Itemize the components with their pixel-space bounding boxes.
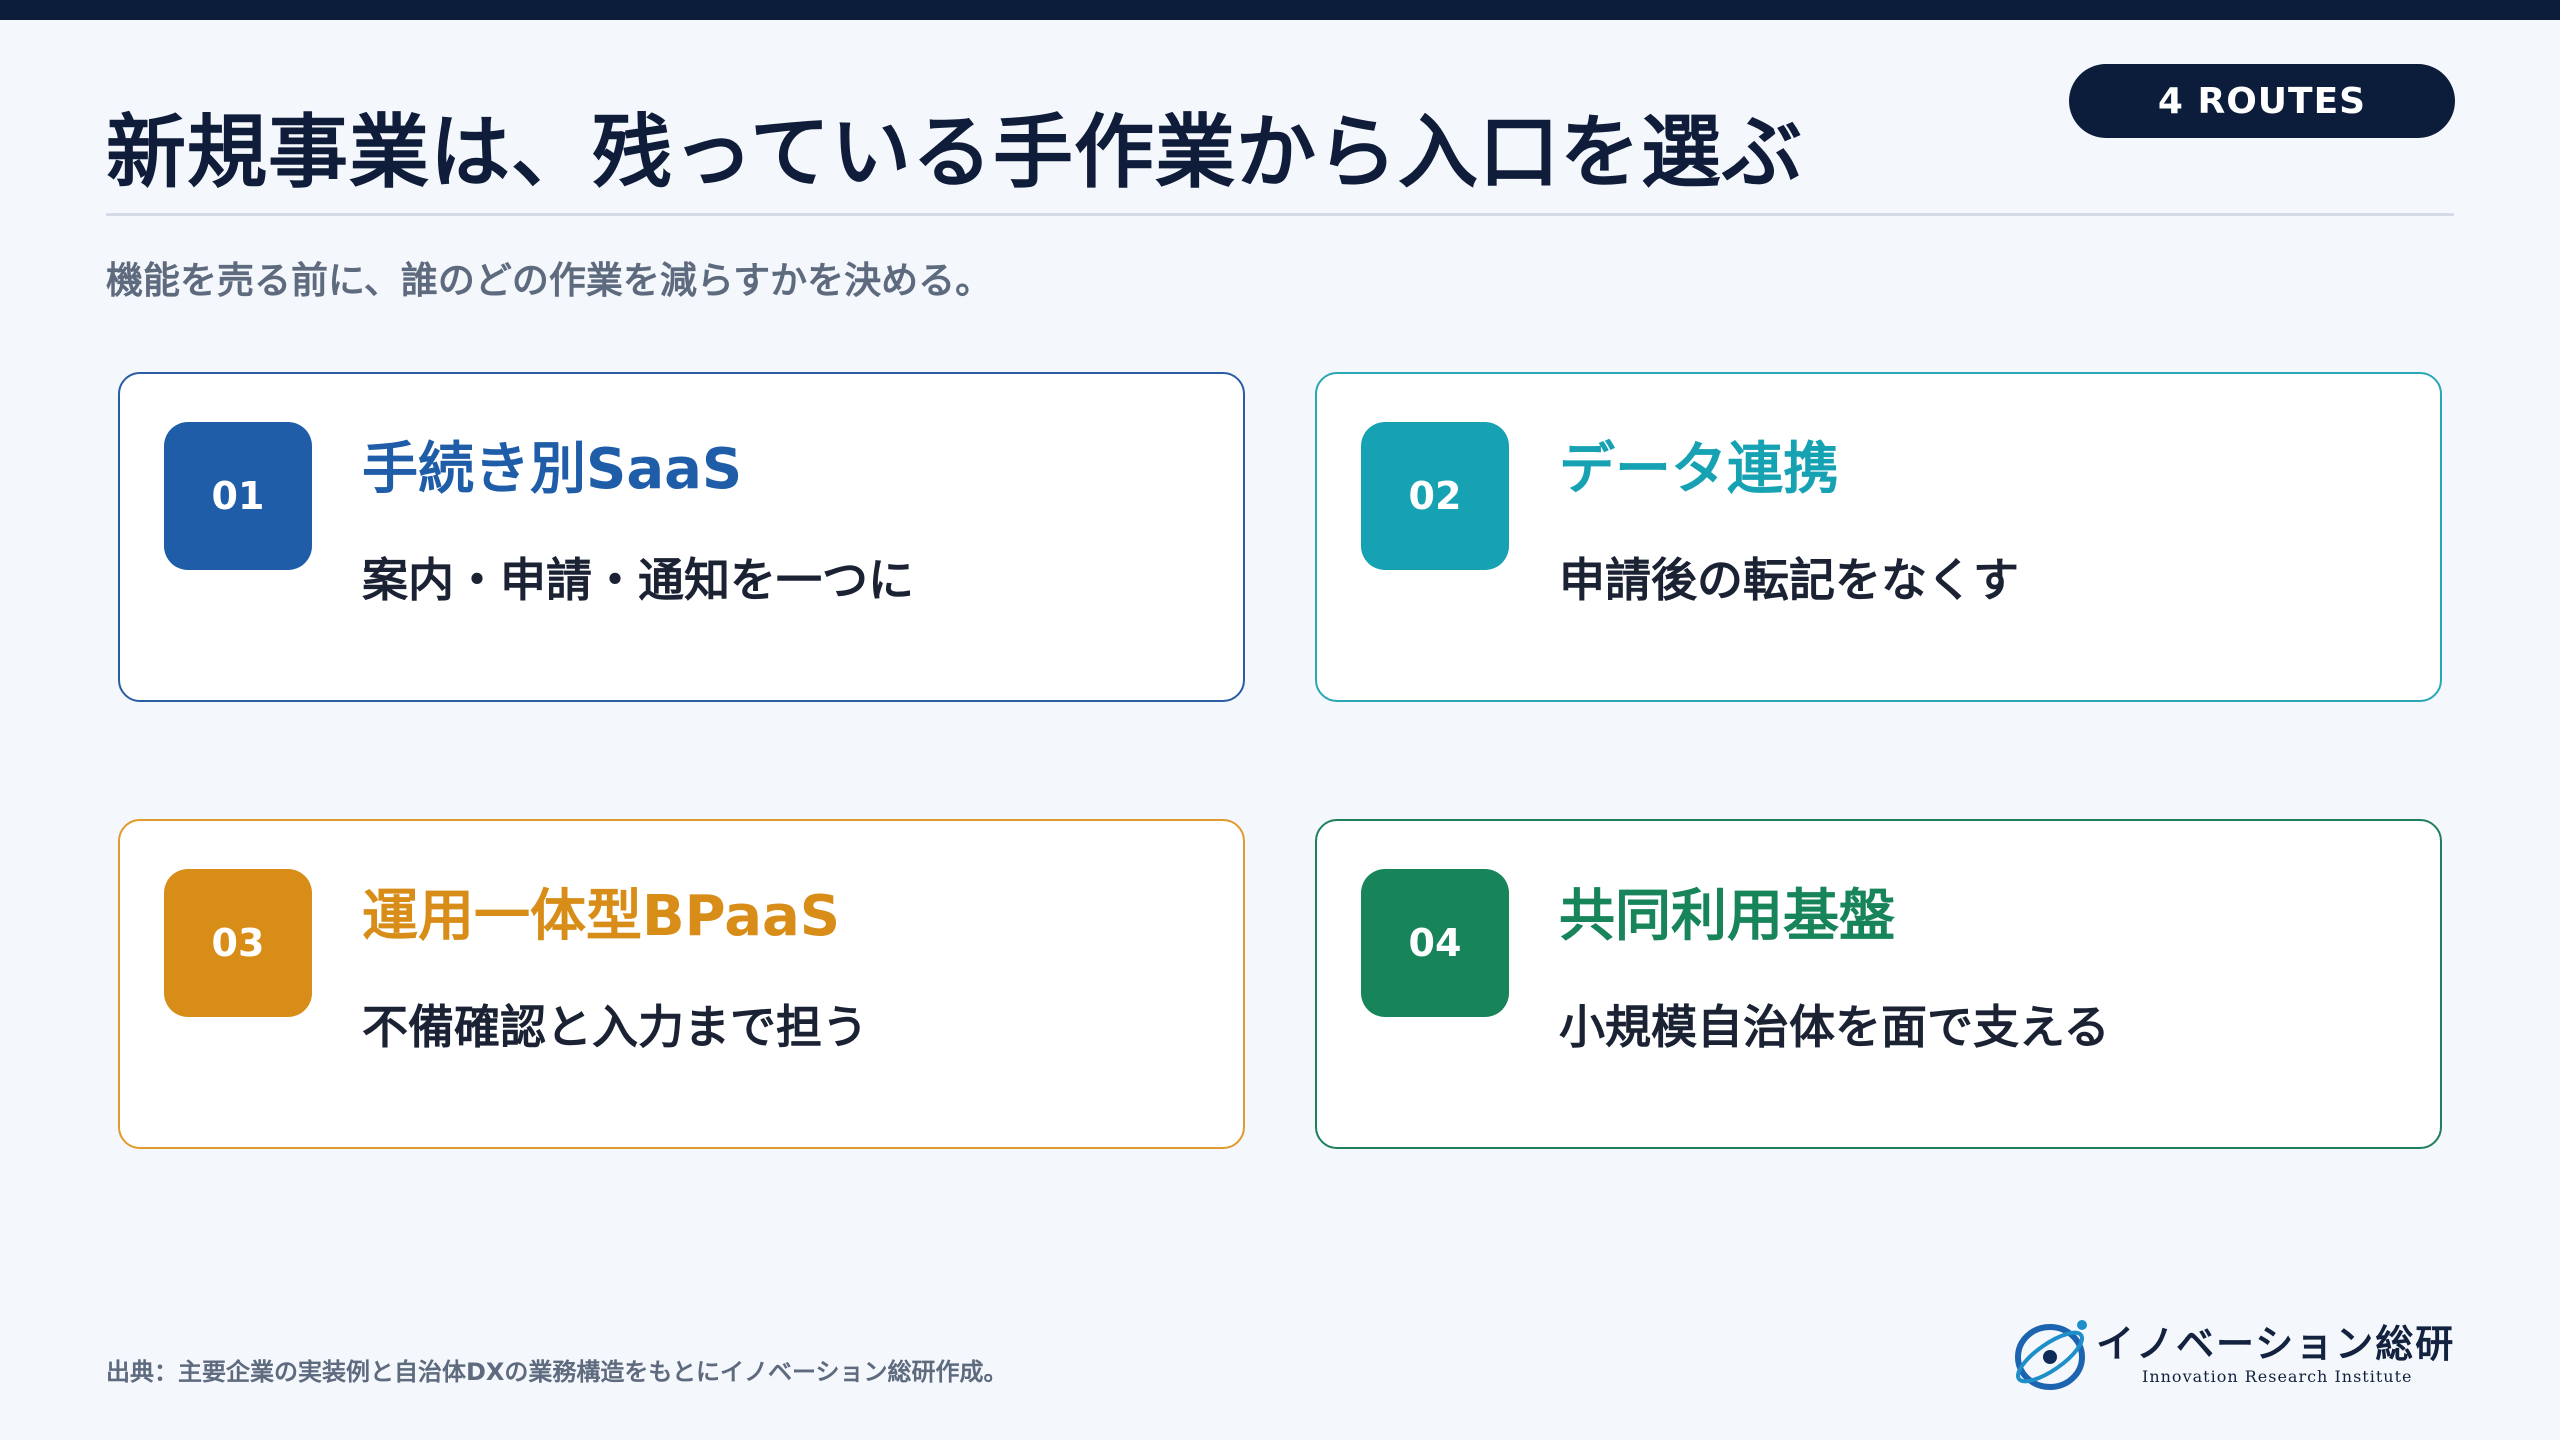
route-number-badge: 01 — [164, 422, 312, 570]
route-title: 運用一体型BPaaS — [362, 884, 841, 949]
route-title: データ連携 — [1559, 437, 1839, 502]
logo-name: イノベーション総研 — [2096, 1321, 2456, 1366]
route-title: 共同利用基盤 — [1559, 884, 1895, 949]
route-title: 手続き別SaaS — [362, 437, 743, 502]
route-number-badge: 03 — [164, 869, 312, 1017]
route-card-02: 02 データ連携 申請後の転記をなくす — [1315, 372, 2442, 702]
routes-badge: 4 ROUTES — [2069, 64, 2455, 138]
route-number-badge: 02 — [1361, 422, 1509, 570]
source-note: 出典：主要企業の実装例と自治体DXの業務構造をもとにイノベーション総研作成。 — [106, 1358, 1008, 1386]
route-description: 案内・申請・通知を一つに — [362, 553, 914, 607]
logo-subtitle: Innovation Research Institute — [2142, 1367, 2413, 1386]
route-number-badge: 04 — [1361, 869, 1509, 1017]
route-card-01: 01 手続き別SaaS 案内・申請・通知を一つに — [118, 372, 1245, 702]
route-card-04: 04 共同利用基盤 小規模自治体を面で支える — [1315, 819, 2442, 1149]
route-description: 申請後の転記をなくす — [1559, 553, 2019, 607]
page-subtitle: 機能を売る前に、誰のどの作業を減らすかを決める。 — [106, 259, 993, 302]
route-card-03: 03 運用一体型BPaaS 不備確認と入力まで担う — [118, 819, 1245, 1149]
top-accent-bar — [0, 0, 2560, 20]
title-divider — [106, 213, 2454, 216]
route-description: 小規模自治体を面で支える — [1559, 1000, 2110, 1054]
page-title: 新規事業は、残っている手作業から入口を選ぶ — [106, 106, 1803, 199]
orbit-logo-icon — [2015, 1320, 2087, 1390]
company-logo: イノベーション総研 Innovation Research Institute — [2010, 1305, 2453, 1405]
route-description: 不備確認と入力まで担う — [362, 1000, 868, 1054]
